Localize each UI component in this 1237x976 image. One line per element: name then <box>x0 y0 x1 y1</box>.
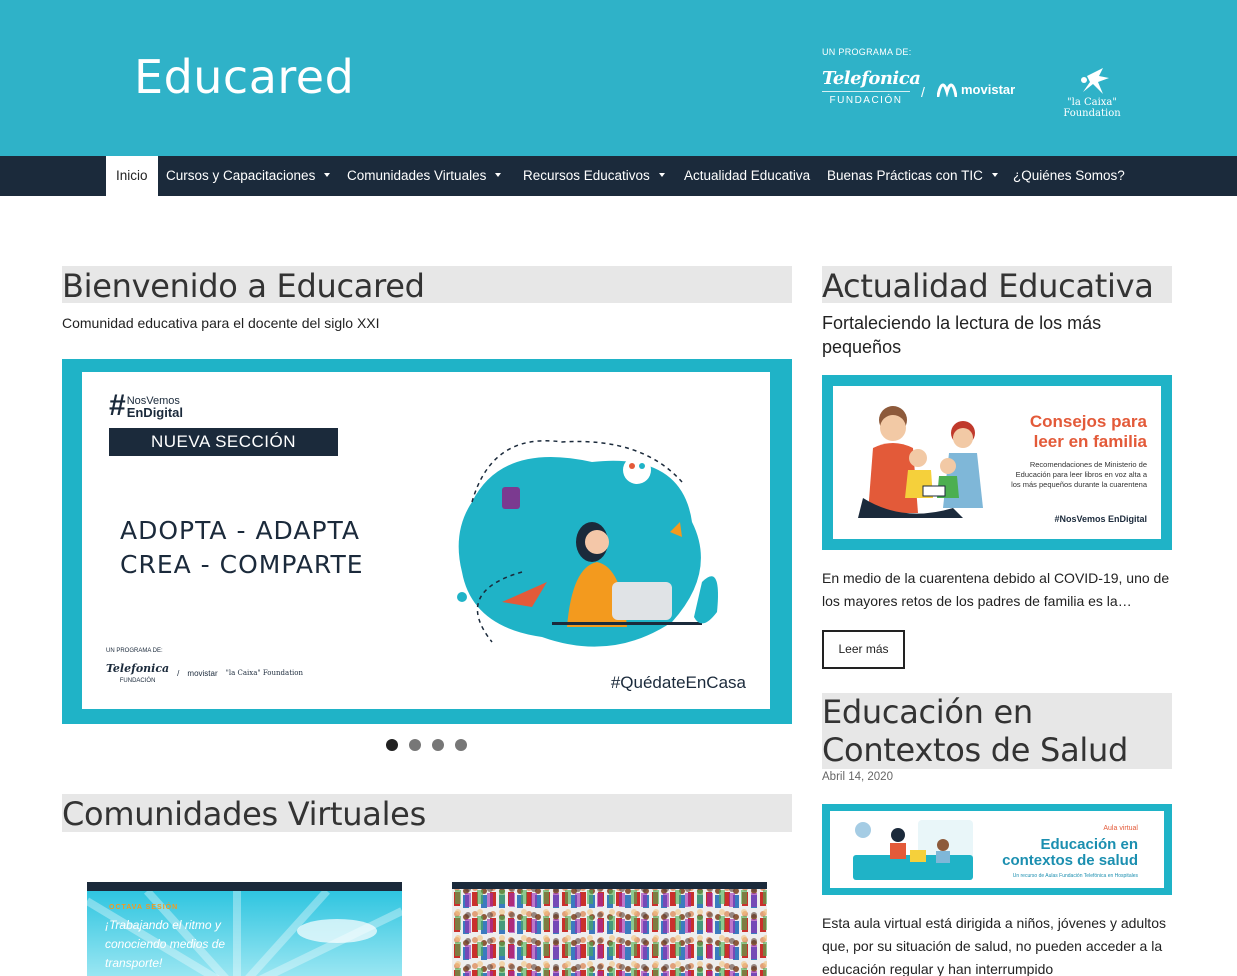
health-title: Educación en Contextos de Salud <box>822 693 1172 769</box>
dropdown-caret-icon <box>495 173 502 178</box>
slide-line-2: CREA - COMPARTE <box>120 550 364 579</box>
dropdown-caret-icon <box>324 173 331 178</box>
card-headline-line-3: transporte! <box>105 956 163 970</box>
family-reading-illustration <box>858 406 983 518</box>
nav-quienes-somos[interactable]: ¿Quiénes Somos? <box>1013 156 1125 196</box>
hospital-classroom-illustration <box>853 820 973 880</box>
news-title: Actualidad Educativa <box>822 266 1172 305</box>
sponsor-label: UN PROGRAMA DE: <box>822 47 912 57</box>
slide-hashtag: #QuédateEnCasa <box>610 673 746 692</box>
health-excerpt: Esta aula virtual está dirigida a niños,… <box>822 915 1166 976</box>
nav-inicio[interactable]: Inicio <box>106 156 158 196</box>
thumb-title-line-2: leer en familia <box>1033 432 1147 451</box>
nav-actualidad[interactable]: Actualidad Educativa <box>684 156 810 196</box>
caixa-wordmark: "la Caixa" Foundation <box>1063 97 1121 119</box>
slider-dot-4[interactable] <box>455 739 467 751</box>
thumb-title-line-1: Consejos para <box>1029 412 1147 431</box>
dropdown-caret-icon <box>658 173 665 178</box>
communities-title: Comunidades Virtuales <box>62 794 792 833</box>
hashtag-line-2: EnDigital <box>126 405 184 420</box>
slide-movistar-logo: movistar <box>187 668 218 678</box>
card-headline: ¡Trabajando el ritmo y conociendo medios… <box>105 916 225 973</box>
health-thumbnail[interactable]: Aula virtual Educación en contextos de s… <box>822 804 1172 895</box>
movistar-m-icon <box>937 82 957 97</box>
nav-comunidades[interactable]: Comunidades Virtuales <box>347 156 502 196</box>
slide-program-label: UN PROGRAMA DE: <box>106 648 163 654</box>
article-title[interactable]: Fortaleciendo la lectura de los más pequ… <box>822 311 1172 359</box>
sponsor-separator: / <box>921 84 925 100</box>
nav-buenas-label: Buenas Prácticas con TIC <box>827 168 983 183</box>
slide[interactable]: # NosVemos EnDigital NUEVA SECCIÓN EDUCAR… <box>82 372 770 709</box>
health-date: Abril 14, 2020 <box>822 771 893 783</box>
teacher-laptop-illustration <box>457 440 718 647</box>
health-thumb-title: Educación en contextos de salud <box>1002 837 1138 869</box>
thumb-title: Consejos para leer en familia <box>1030 412 1147 452</box>
welcome-title: Bienvenido a Educared <box>62 266 792 305</box>
caixa-star-icon <box>1081 68 1109 94</box>
caixa-logo: "la Caixa" Foundation <box>1040 66 1144 119</box>
slide-caixa-logo: "la Caixa" Foundation <box>225 669 303 677</box>
welcome-subtitle: Comunidad educativa para el docente del … <box>62 315 380 331</box>
slider-dot-1[interactable] <box>386 739 398 751</box>
slider-dot-2[interactable] <box>409 739 421 751</box>
health-thumb-title-line-1: Educación en <box>1040 836 1138 853</box>
health-thumb-subtitle: Un recurso de Aulas Fundación Telefónica… <box>1012 873 1138 879</box>
site-header: Educared UN PROGRAMA DE: Telefonica FUND… <box>0 0 1237 156</box>
nav-recursos[interactable]: Recursos Educativos <box>523 156 665 196</box>
community-card-1[interactable]: OCTAVA SESIÓN ¡Trabajando el ritmo y con… <box>87 882 402 976</box>
card-headline-line-1: ¡Trabajando el ritmo y <box>105 918 221 932</box>
card-headline-line-2: conociendo medios de <box>105 937 226 951</box>
movistar-wordmark: movistar <box>961 82 1016 97</box>
article-thumbnail[interactable]: Consejos para leer en familia Recomendac… <box>822 375 1172 550</box>
nav-cursos[interactable]: Cursos y Capacitaciones <box>166 156 331 196</box>
slide-fundacion-label: FUNDACIÓN <box>119 678 156 684</box>
thumb-subtitle: Recomendaciones de Ministerio de Educaci… <box>1011 460 1147 489</box>
read-more-button[interactable]: Leer más <box>822 630 905 669</box>
dropdown-caret-icon <box>991 173 998 178</box>
nav-buenas-practicas[interactable]: Buenas Prácticas con TIC <box>827 156 998 196</box>
health-thumbnail-inner: Aula virtual Educación en contextos de s… <box>830 811 1164 888</box>
nosvemos-endigital-logo: # NosVemos EnDigital <box>109 389 184 422</box>
site-logo[interactable]: Educared <box>134 50 354 104</box>
article-excerpt: En medio de la cuarentena debido al COVI… <box>822 570 1170 609</box>
nav-comunidades-label: Comunidades Virtuales <box>347 168 487 183</box>
movistar-logo: movistar <box>937 82 1015 97</box>
thumb-hashtag: #NosVemos EnDigital <box>1054 514 1147 524</box>
nav-recursos-label: Recursos Educativos <box>523 168 650 183</box>
health-thumb-title-line-2: contextos de salud <box>1002 852 1138 869</box>
telefonica-logo: Telefonica FUNDACIÓN <box>822 68 921 106</box>
main-nav: Inicio Cursos y Capacitaciones Comunidad… <box>0 156 1237 196</box>
slide-telefonica-logo: Telefonica FUNDACIÓN <box>106 662 169 684</box>
nav-cursos-label: Cursos y Capacitaciones <box>166 168 316 183</box>
article-thumbnail-inner: Consejos para leer en familia Recomendac… <box>833 386 1161 539</box>
slide-telefonica-wordmark: Telefonica <box>106 662 170 675</box>
telefonica-wordmark: Telefonica <box>822 68 921 92</box>
slide-sponsor-logos: Telefonica FUNDACIÓN / movistar "la Caixa… <box>106 662 303 684</box>
hashtag-symbol: # <box>109 389 126 422</box>
slide-line-1: ADOPTA - ADAPTA <box>120 516 360 545</box>
slide-banner: NUEVA SECCIÓN EDUCARED <box>109 428 338 479</box>
card-kicker: OCTAVA SESIÓN <box>109 904 179 911</box>
crowd-illustration <box>452 882 767 976</box>
health-thumb-kicker: Aula virtual <box>1103 825 1138 832</box>
slider-dot-3[interactable] <box>432 739 444 751</box>
fundacion-label: FUNDACIÓN <box>829 95 903 106</box>
slide-sponsor-sep: / <box>177 668 180 678</box>
community-card-2[interactable] <box>452 882 767 976</box>
hero-slider[interactable]: # NosVemos EnDigital NUEVA SECCIÓN EDUCAR… <box>62 359 792 724</box>
slider-pagination <box>386 739 467 751</box>
